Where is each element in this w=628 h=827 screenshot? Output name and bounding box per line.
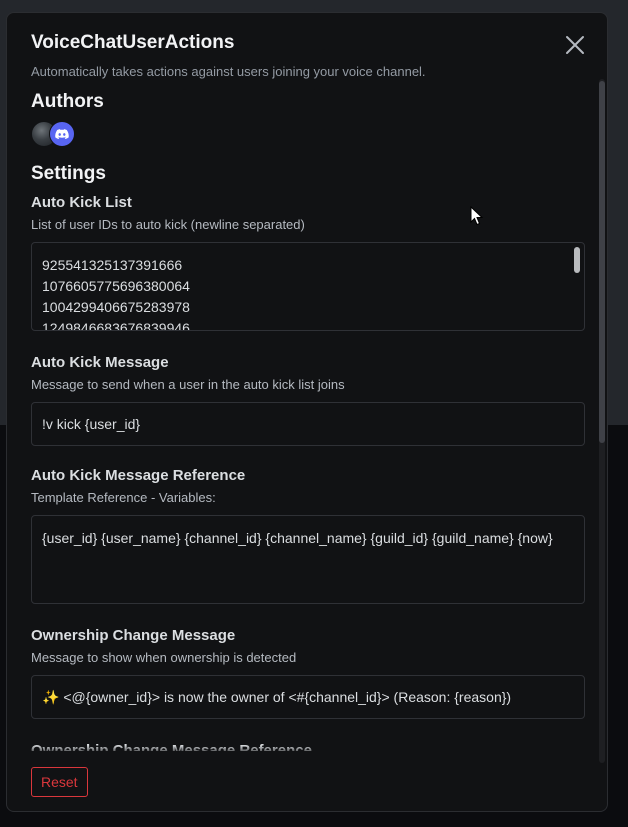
content-fade — [31, 745, 585, 755]
setting-ownership-change-message: Ownership Change Message Message to show… — [31, 626, 585, 719]
modal-header: VoiceChatUserActions — [31, 31, 584, 55]
setting-label: Auto Kick Message — [31, 354, 169, 371]
setting-auto-kick-message: Auto Kick Message Message to send when a… — [31, 353, 585, 446]
user-id-line: 1249846683676839946 — [42, 320, 190, 331]
authors-list — [31, 121, 585, 147]
discord-icon — [55, 128, 69, 139]
auto-kick-list-textarea[interactable]: 925541325137391666 1076605775696380064 1… — [31, 242, 585, 331]
ownership-change-message-input[interactable]: ✨ <@{owner_id}> is now the owner of <#{c… — [31, 675, 585, 719]
setting-auto-kick-message-reference: Auto Kick Message Reference Template Ref… — [31, 466, 585, 604]
user-id-line: 925541325137391666 — [42, 257, 183, 273]
setting-description: Template Reference - Variables: — [31, 490, 216, 505]
setting-label: Auto Kick Message Reference — [31, 467, 246, 484]
setting-label: Auto Kick List — [31, 194, 132, 211]
textarea-scrollbar[interactable] — [574, 247, 580, 273]
reset-button[interactable]: Reset — [31, 767, 88, 797]
setting-description: Message to send when a user in the auto … — [31, 377, 345, 392]
plugin-description: Automatically takes actions against user… — [31, 64, 426, 79]
plugin-settings-modal: VoiceChatUserActions Automatically takes… — [6, 12, 608, 812]
template-reference-textarea[interactable]: {user_id} {user_name} {channel_id} {chan… — [31, 515, 585, 604]
modal-scrollbar-thumb[interactable] — [599, 81, 605, 443]
settings-heading: Settings — [31, 163, 106, 184]
modal-title: VoiceChatUserActions — [31, 32, 235, 53]
setting-auto-kick-list: Auto Kick List List of user IDs to auto … — [31, 193, 585, 331]
author-avatar-discord[interactable] — [49, 121, 75, 147]
setting-label: Ownership Change Message — [31, 627, 236, 644]
setting-description: Message to show when ownership is detect… — [31, 650, 297, 665]
setting-description: List of user IDs to auto kick (newline s… — [31, 217, 305, 232]
user-id-line: 1076605775696380064 — [42, 278, 190, 294]
user-id-line: 1004299406675283978 — [42, 299, 190, 315]
mouse-cursor-icon — [470, 206, 484, 226]
auto-kick-message-input[interactable]: !v kick {user_id} — [31, 402, 585, 446]
close-icon — [566, 36, 584, 54]
modal-content[interactable]: Automatically takes actions against user… — [31, 61, 585, 751]
close-button[interactable] — [561, 31, 589, 59]
authors-heading: Authors — [31, 91, 104, 112]
